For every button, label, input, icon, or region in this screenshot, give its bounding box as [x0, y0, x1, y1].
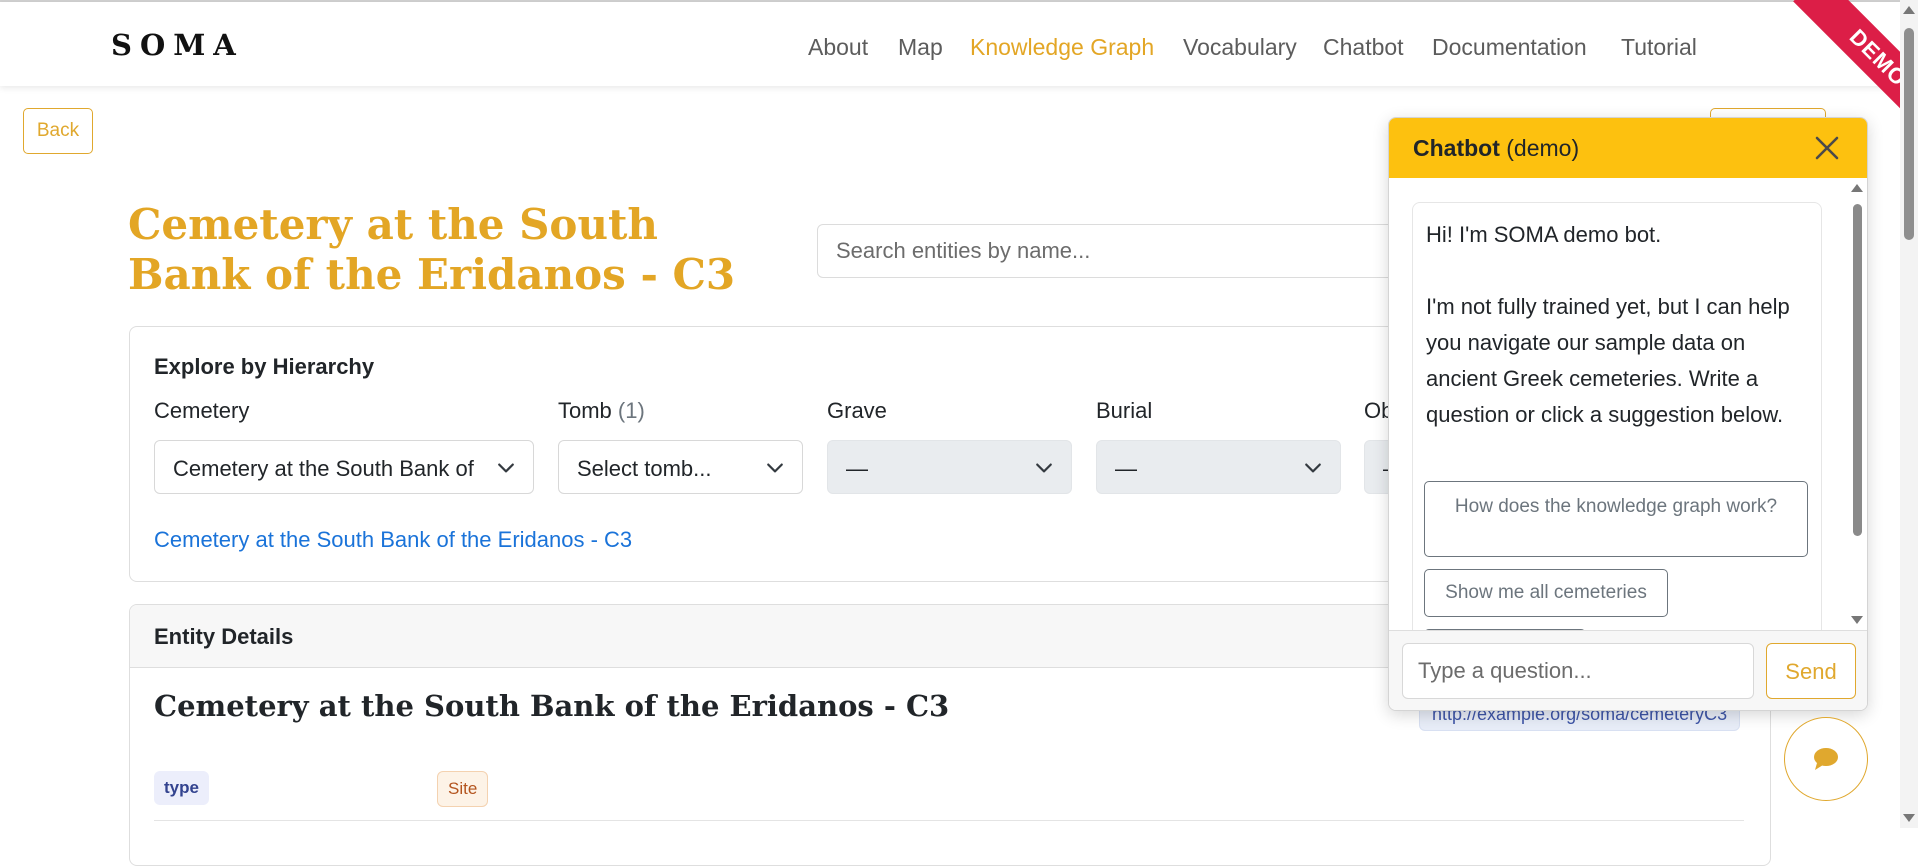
- chatbot-scrollbar-thumb[interactable]: [1853, 204, 1862, 536]
- entity-details-heading: Entity Details: [154, 624, 294, 649]
- chatbot-message-bubble: Hi! I'm SOMA demo bot. I'm not fully tra…: [1412, 202, 1822, 630]
- chatbot-footer: Send: [1389, 630, 1867, 710]
- chevron-down-icon: [1036, 463, 1052, 473]
- grave-label: Grave: [827, 398, 887, 423]
- page-scroll-down-icon[interactable]: [1903, 814, 1915, 822]
- tomb-label: Tomb (1): [558, 398, 645, 424]
- property-key-badge: type: [154, 771, 209, 805]
- chatbot-title: Chatbot (demo): [1413, 135, 1579, 162]
- hierarchy-card: Explore by Hierarchy Cemetery Tomb (1) G…: [129, 326, 1571, 582]
- grave-select-value: —: [846, 456, 868, 481]
- nav-link-knowledge-graph[interactable]: Knowledge Graph: [970, 34, 1154, 61]
- tomb-label-text: Tomb: [558, 398, 612, 423]
- nav-link-map[interactable]: Map: [898, 34, 943, 61]
- hierarchy-breadcrumb-link[interactable]: Cemetery at the South Bank of the Eridan…: [154, 527, 632, 553]
- chat-bubble-icon: [1814, 748, 1838, 770]
- chatbot-header: Chatbot (demo): [1389, 118, 1867, 178]
- chat-toggle-button[interactable]: [1784, 717, 1868, 801]
- burial-select[interactable]: —: [1096, 440, 1341, 494]
- tomb-select-value: Select tomb...: [577, 456, 712, 481]
- nav-link-tutorial[interactable]: Tutorial: [1621, 34, 1697, 61]
- cemetery-label: Cemetery: [154, 398, 250, 423]
- chat-input[interactable]: [1402, 643, 1754, 699]
- nav-link-documentation[interactable]: Documentation: [1432, 34, 1587, 61]
- chevron-down-icon: [498, 463, 514, 473]
- send-button[interactable]: Send: [1766, 643, 1856, 699]
- suggestion-button[interactable]: Show me all cemeteries: [1424, 569, 1668, 617]
- chevron-down-icon: [1305, 463, 1321, 473]
- grave-select[interactable]: —: [827, 440, 1072, 494]
- page-scroll-up-icon[interactable]: [1903, 6, 1915, 14]
- divider: [154, 820, 1744, 821]
- hierarchy-title: Explore by Hierarchy: [154, 354, 375, 379]
- chatbot-title-suffix: (demo): [1506, 135, 1580, 161]
- chatbot-title-bold: Chatbot: [1413, 135, 1500, 161]
- top-navbar: SOMA About Map Knowledge Graph Vocabular…: [0, 2, 1918, 86]
- burial-select-value: —: [1115, 456, 1137, 481]
- search-input[interactable]: [817, 224, 1417, 278]
- chatbot-messages[interactable]: Hi! I'm SOMA demo bot. I'm not fully tra…: [1389, 178, 1867, 630]
- back-button[interactable]: Back: [23, 108, 93, 154]
- chatbot-message-text: Hi! I'm SOMA demo bot. I'm not fully tra…: [1426, 222, 1790, 427]
- page-scrollbar-thumb[interactable]: [1904, 28, 1914, 240]
- chevron-down-icon: [767, 463, 783, 473]
- nav-link-about[interactable]: About: [808, 34, 868, 61]
- cemetery-select-value: Cemetery at the South Bank of the Eridan…: [173, 456, 478, 481]
- scroll-down-icon[interactable]: [1851, 616, 1863, 624]
- nav-link-chatbot[interactable]: Chatbot: [1323, 34, 1404, 61]
- tomb-count: (1): [617, 398, 645, 423]
- tomb-select[interactable]: Select tomb...: [558, 440, 803, 494]
- scroll-up-icon[interactable]: [1851, 184, 1863, 192]
- suggestion-button[interactable]: How does the knowledge graph work?: [1424, 481, 1808, 557]
- burial-label: Burial: [1096, 398, 1153, 423]
- chatbot-panel: Chatbot (demo) Hi! I'm SOMA demo bot. I'…: [1388, 117, 1868, 711]
- page-title: Cemetery at the South Bank of the Eridan…: [128, 200, 736, 299]
- brand-logo[interactable]: SOMA: [111, 28, 244, 62]
- nav-link-vocabulary[interactable]: Vocabulary: [1183, 34, 1297, 61]
- close-icon[interactable]: [1811, 132, 1843, 164]
- entity-title: Cemetery at the South Bank of the Eridan…: [154, 689, 950, 723]
- cemetery-select[interactable]: Cemetery at the South Bank of the Eridan…: [154, 440, 534, 494]
- property-value-badge[interactable]: Site: [437, 771, 489, 807]
